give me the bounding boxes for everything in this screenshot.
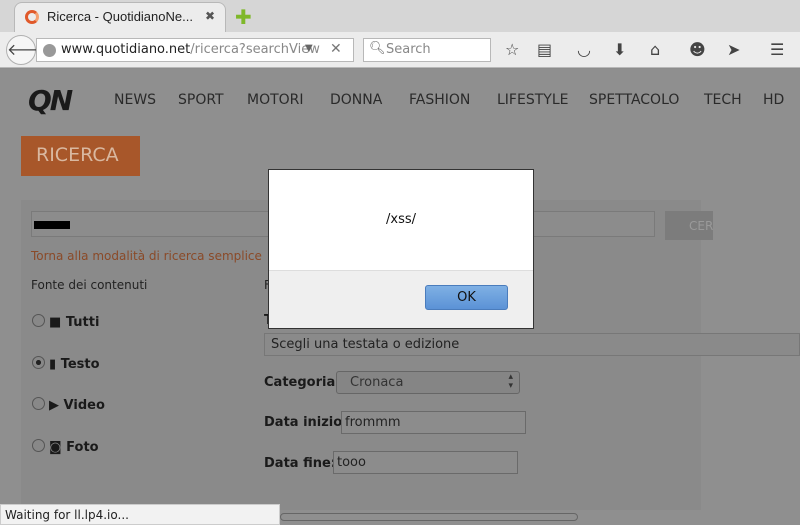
nav-sport[interactable]: SPORT	[178, 92, 224, 108]
search-placeholder: Search	[386, 42, 431, 57]
document-icon: ▮	[49, 357, 57, 372]
source-foto: ◙ Foto	[49, 440, 99, 455]
simple-search-link[interactable]: Torna alla modalità di ricerca semplice	[31, 249, 262, 263]
nav-tech[interactable]: TECH	[704, 92, 742, 108]
video-icon: ▶	[49, 398, 59, 413]
ok-button[interactable]: OK	[425, 285, 508, 310]
testata-select[interactable]: Scegli una testata o edizione	[264, 333, 800, 356]
source-testo: ▮ Testo	[49, 357, 100, 372]
nav-donna[interactable]: DONNA	[330, 92, 382, 108]
close-tab-icon[interactable]: ✖	[205, 9, 215, 23]
horizontal-scrollbar[interactable]	[280, 513, 578, 521]
nav-news[interactable]: NEWS	[114, 92, 156, 108]
source-label-foto: Foto	[66, 440, 99, 455]
source-tutti: ■ Tutti	[49, 315, 99, 330]
radio-testo[interactable]	[32, 356, 45, 369]
radio-foto[interactable]	[32, 439, 45, 452]
globe-icon	[43, 44, 56, 57]
home-icon[interactable]: ⌂	[650, 40, 660, 59]
logo[interactable]: QN	[28, 84, 73, 117]
camera-icon: ◙	[49, 440, 62, 455]
status-bar: Waiting for ll.lp4.io...	[0, 504, 280, 525]
back-button[interactable]: 🡐	[6, 35, 50, 65]
url-dropdown-icon[interactable]: ▼	[305, 43, 313, 54]
start-date-label: Data inizio:	[264, 415, 348, 430]
url-host: www.quotidiano.net	[61, 42, 191, 57]
source-label-testo: Testo	[60, 357, 100, 372]
nav-motori[interactable]: MOTORI	[247, 92, 304, 108]
new-tab-button[interactable]: ✚	[235, 5, 252, 29]
source-label: Fonte dei contenuti	[31, 278, 148, 292]
category-select[interactable]: Cronaca ▴ ▾	[336, 371, 520, 394]
start-date-input[interactable]: frommm	[341, 411, 526, 434]
search-button[interactable]: CER	[665, 211, 713, 240]
redacted-text	[34, 221, 70, 229]
tab-title: Ricerca - QuotidianoNe...	[47, 9, 193, 24]
bookmark-star-icon[interactable]: ☆	[505, 40, 519, 59]
nav-fashion[interactable]: FASHION	[409, 92, 470, 108]
share-icon[interactable]: ➤	[727, 40, 740, 59]
category-value: Cronaca	[350, 375, 404, 390]
url-path: /ricerca?searchView	[190, 42, 320, 57]
category-label: Categoria:	[264, 375, 341, 390]
source-label-tutti: Tutti	[65, 315, 100, 330]
chat-icon[interactable]: ☻	[689, 40, 706, 59]
source-video: ▶ Video	[49, 398, 105, 413]
page-title: RICERCA	[21, 136, 140, 176]
favicon-icon	[25, 10, 39, 24]
search-icon: 🔍︎	[369, 41, 386, 56]
browser-tab[interactable]: Ricerca - QuotidianoNe... ✖	[14, 2, 226, 32]
radio-tutti[interactable]	[32, 314, 45, 327]
nav-lifestyle[interactable]: LIFESTYLE	[497, 92, 568, 108]
nav-hd[interactable]: HD	[763, 92, 784, 108]
source-label-video: Video	[63, 398, 105, 413]
alert-message: /xss/	[386, 212, 416, 227]
alert-dialog: /xss/ OK	[268, 169, 534, 329]
end-date-input[interactable]: tooo	[333, 451, 518, 474]
updown-icon: ▴ ▾	[508, 372, 513, 391]
download-icon[interactable]: ⬇	[613, 40, 626, 59]
url-clear-icon[interactable]: ✕	[330, 41, 342, 57]
search-input[interactable]: 🔍︎ Search	[363, 38, 491, 62]
menu-icon[interactable]: ☰	[770, 40, 784, 59]
reading-list-icon[interactable]: ▤	[537, 40, 552, 59]
end-date-label: Data fine:	[264, 456, 336, 471]
pocket-icon[interactable]: ◡	[577, 40, 591, 59]
nav-spettacolo[interactable]: SPETTACOLO	[589, 92, 679, 108]
square-icon: ■	[49, 315, 62, 330]
radio-video[interactable]	[32, 397, 45, 410]
